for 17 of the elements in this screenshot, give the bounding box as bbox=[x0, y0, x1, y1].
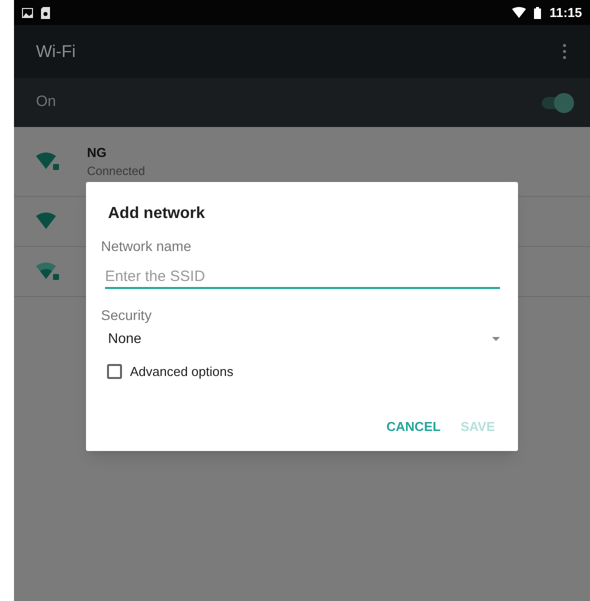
dropdown-caret-icon bbox=[492, 336, 500, 340]
wifi-signal-icon bbox=[512, 7, 526, 18]
clock-time: 11:15 bbox=[549, 4, 582, 22]
field-label: Network name bbox=[101, 237, 192, 256]
sd-card-icon bbox=[41, 6, 50, 18]
dialog-title: Add network bbox=[108, 204, 206, 224]
field-label: Security bbox=[101, 306, 153, 325]
ssid-input-field[interactable]: Enter the SSID bbox=[105, 265, 500, 289]
switch-label: On bbox=[36, 92, 58, 112]
page-title: Wi-Fi bbox=[36, 40, 77, 63]
image-icon bbox=[22, 8, 33, 18]
dialog-action-button[interactable]: CANCEL bbox=[381, 412, 446, 440]
network-status: Connected bbox=[87, 163, 146, 180]
security-dropdown[interactable]: None bbox=[108, 328, 500, 349]
advanced-options-checkbox[interactable]: Advanced options bbox=[107, 362, 500, 382]
battery-icon bbox=[534, 6, 542, 18]
network-name: NG bbox=[87, 144, 108, 162]
